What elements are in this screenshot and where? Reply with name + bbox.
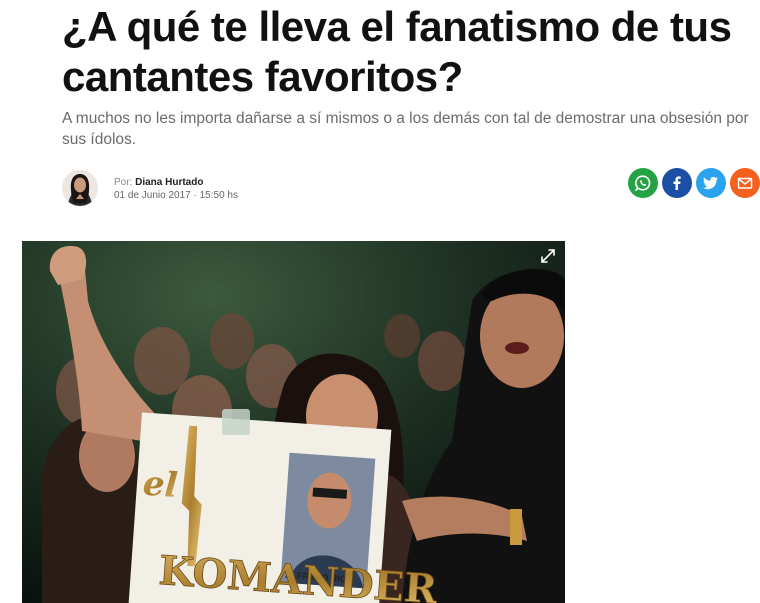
sign-text-top: el bbox=[142, 464, 179, 506]
share-twitter-button[interactable] bbox=[696, 168, 726, 198]
share-email-button[interactable] bbox=[730, 168, 760, 198]
whatsapp-icon bbox=[634, 174, 652, 192]
share-facebook-button[interactable] bbox=[662, 168, 692, 198]
twitter-icon bbox=[702, 174, 720, 192]
mail-icon bbox=[736, 174, 754, 192]
author-avatar[interactable] bbox=[62, 170, 98, 206]
author-name[interactable]: Diana Hurtado bbox=[135, 177, 203, 188]
publish-date: 01 de Junio 2017 · 15:50 hs bbox=[114, 190, 238, 201]
facebook-icon bbox=[668, 174, 686, 192]
byline-prefix: Por: bbox=[114, 177, 133, 188]
article-hero-image[interactable]: ALFREDO RIOS el KOMANDER bbox=[22, 241, 565, 603]
article-subtitle: A muchos no les importa dañarse a sí mis… bbox=[62, 110, 749, 148]
article-title: ¿A qué te lleva el fanatismo de tus cant… bbox=[62, 3, 732, 100]
share-whatsapp-button[interactable] bbox=[628, 168, 658, 198]
expand-icon[interactable] bbox=[539, 247, 557, 265]
sidebar-ad-placeholder bbox=[590, 241, 760, 603]
byline: Por: Diana Hurtado 01 de Junio 2017 · 15… bbox=[114, 176, 238, 202]
